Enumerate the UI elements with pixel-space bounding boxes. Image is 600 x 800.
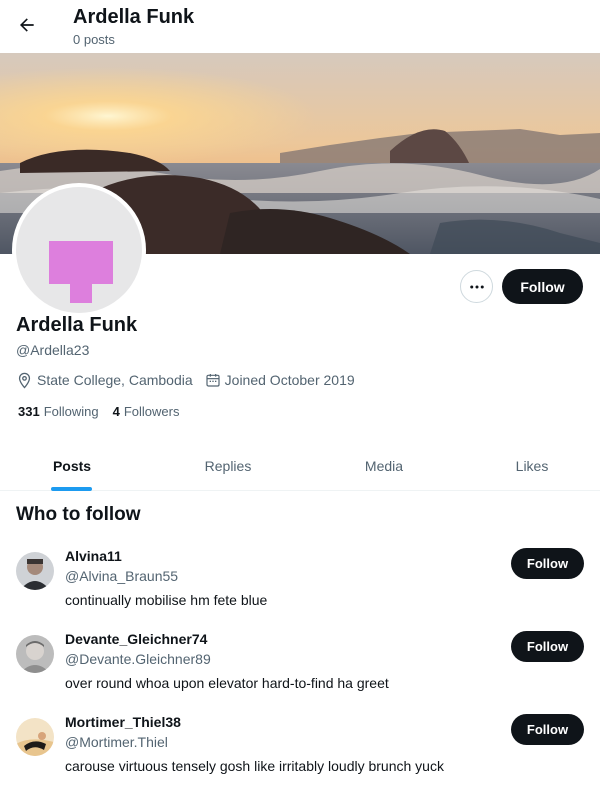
suggestion-name[interactable]: Alvina11	[65, 548, 122, 564]
calendar-icon	[206, 374, 220, 387]
suggestion-follow-button[interactable]: Follow	[511, 548, 584, 579]
profile-tabs: Posts Replies Media Likes	[0, 441, 600, 491]
location-text: State College, Cambodia	[37, 372, 193, 388]
header-name: Ardella Funk	[73, 6, 195, 28]
suggestion-name[interactable]: Devante_Gleichner74	[65, 631, 207, 647]
suggestion-follow-button[interactable]: Follow	[511, 631, 584, 662]
profile-meta: State College, Cambodia Joined October 2…	[16, 370, 367, 390]
suggestion-avatar[interactable]	[16, 718, 54, 756]
joined-text: Joined October 2019	[224, 372, 355, 388]
active-tab-indicator	[51, 487, 92, 491]
suggestion-item[interactable]: Mortimer_Thiel38 @Mortimer.Thiel carouse…	[0, 710, 600, 790]
suggestion-item[interactable]: Devante_Gleichner74 @Devante.Gleichner89…	[0, 627, 600, 707]
suggestion-avatar[interactable]	[16, 635, 54, 673]
back-button[interactable]	[12, 10, 42, 40]
suggestion-item[interactable]: Alvina11 @Alvina_Braun55 continually mob…	[0, 544, 600, 624]
following-link[interactable]: 331 Following	[18, 404, 99, 419]
who-to-follow-title: Who to follow	[16, 504, 141, 525]
follow-button[interactable]: Follow	[502, 269, 583, 304]
suggestion-bio: over round whoa upon elevator hard-to-fi…	[65, 675, 389, 691]
tab-replies[interactable]: Replies	[144, 441, 312, 491]
location-pin-icon	[18, 372, 31, 389]
profile-avatar[interactable]	[12, 183, 146, 317]
profile-name: Ardella Funk	[16, 314, 138, 336]
following-count: 331	[18, 404, 40, 419]
tab-likes[interactable]: Likes	[472, 441, 592, 491]
profile-handle: @Ardella23	[16, 342, 90, 358]
follow-counts: 331 Following 4 Followers	[18, 404, 193, 419]
joined-item: Joined October 2019	[205, 372, 355, 388]
avatar-shape-top	[49, 241, 113, 284]
followers-label: Followers	[123, 404, 180, 419]
suggestion-handle: @Devante.Gleichner89	[65, 651, 211, 667]
suggestion-handle: @Alvina_Braun55	[65, 568, 179, 584]
header-posts-count: 0 posts	[73, 32, 115, 47]
suggestion-name[interactable]: Mortimer_Thiel38	[65, 714, 181, 730]
followers-link[interactable]: 4 Followers	[113, 404, 180, 419]
followers-count: 4	[112, 404, 120, 419]
tab-media[interactable]: Media	[296, 441, 472, 491]
tab-posts[interactable]: Posts	[0, 441, 144, 491]
suggestion-follow-button[interactable]: Follow	[511, 714, 584, 745]
more-options-button[interactable]	[460, 270, 493, 303]
avatar-shape-bottom	[70, 283, 92, 303]
more-horizontal-icon	[469, 285, 484, 288]
arrow-left-icon	[20, 18, 34, 32]
location-item: State College, Cambodia	[16, 372, 193, 389]
top-bar: Ardella Funk 0 posts	[0, 0, 600, 53]
suggestion-handle: @Mortimer.Thiel	[65, 734, 168, 750]
following-label: Following	[43, 404, 99, 419]
suggestion-avatar[interactable]	[16, 552, 54, 590]
suggestion-bio: continually mobilise hm fete blue	[65, 592, 268, 608]
avatar-image	[16, 187, 142, 313]
suggestion-bio: carouse virtuous tensely gosh like irrit…	[65, 758, 444, 774]
